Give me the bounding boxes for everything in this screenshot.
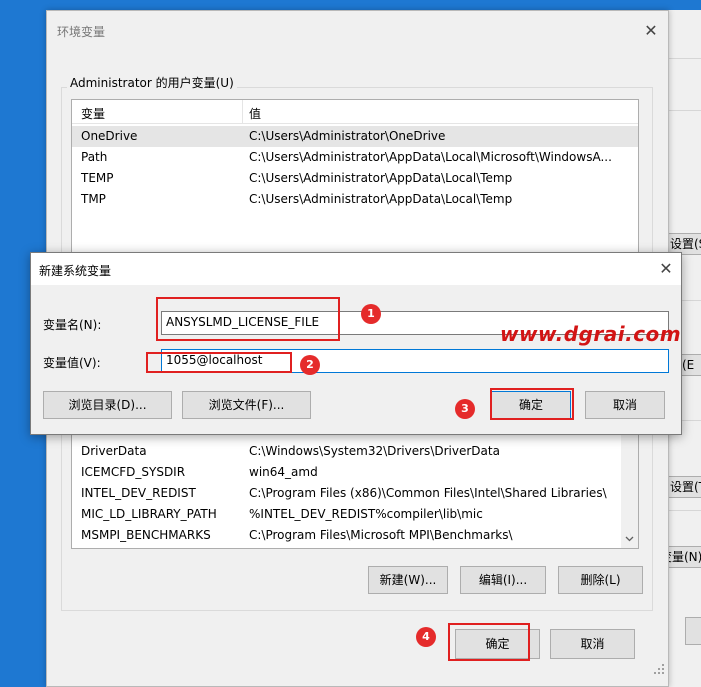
var-name: MIC_LD_LIBRARY_PATH bbox=[81, 507, 217, 521]
var-value: C:\Users\Administrator\AppData\Local\Mic… bbox=[249, 150, 612, 164]
var-value: C:\Program Files (x86)\Common Files\Inte… bbox=[249, 486, 607, 500]
chevron-down-icon[interactable] bbox=[625, 536, 634, 542]
browse-file-button[interactable]: 浏览文件(F)... bbox=[182, 391, 311, 419]
table-row[interactable]: MIC_LD_LIBRARY_PATH %INTEL_DEV_REDIST%co… bbox=[72, 504, 638, 525]
resize-grip-icon[interactable] bbox=[653, 663, 665, 675]
table-row[interactable]: TEMP C:\Users\Administrator\AppData\Loca… bbox=[72, 168, 638, 189]
var-value: C:\Users\Administrator\AppData\Local\Tem… bbox=[249, 171, 513, 185]
highlight-box bbox=[448, 623, 530, 661]
variable-value-label: 变量值(V): bbox=[43, 356, 101, 370]
edit-variable-button[interactable]: 编辑(I)... bbox=[460, 566, 546, 594]
var-name: MSMPI_BENCHMARKS bbox=[81, 528, 211, 542]
step-badge: 4 bbox=[416, 627, 436, 647]
var-name: TMP bbox=[81, 192, 106, 206]
dialog-titlebar: 新建系统变量 ✕ bbox=[31, 253, 681, 285]
system-vars-list[interactable]: DriverData C:\Windows\System32\Drivers\D… bbox=[71, 421, 639, 549]
cancel-button[interactable]: 取消 bbox=[550, 629, 635, 659]
highlight-box bbox=[490, 388, 574, 420]
cancel-button[interactable]: 取消 bbox=[585, 391, 665, 419]
var-name: TEMP bbox=[81, 171, 114, 185]
table-row[interactable]: MSMPI_BENCHMARKS C:\Program Files\Micros… bbox=[72, 525, 638, 546]
browse-directory-button[interactable]: 浏览目录(D)... bbox=[43, 391, 172, 419]
var-value: C:\Windows\System32\Drivers\DriverData bbox=[249, 444, 500, 458]
column-header-name[interactable]: 变量 bbox=[81, 105, 105, 122]
table-row[interactable]: DriverData C:\Windows\System32\Drivers\D… bbox=[72, 441, 638, 462]
var-name: ICEMCFD_SYSDIR bbox=[81, 465, 186, 479]
var-name: DriverData bbox=[81, 444, 147, 458]
dialog-title: 环境变量 bbox=[57, 25, 106, 39]
table-row[interactable]: Path C:\Users\Administrator\AppData\Loca… bbox=[72, 147, 638, 168]
step-badge: 2 bbox=[300, 355, 320, 375]
close-icon[interactable]: ✕ bbox=[641, 21, 661, 41]
highlight-box bbox=[146, 352, 292, 373]
var-value: win64_amd bbox=[249, 465, 318, 479]
dialog-title: 新建系统变量 bbox=[39, 264, 112, 278]
bg-button[interactable] bbox=[685, 617, 701, 645]
var-name: INTEL_DEV_REDIST bbox=[81, 486, 196, 500]
var-value: %INTEL_DEV_REDIST%compiler\lib\mic bbox=[249, 507, 483, 521]
var-value: C:\Users\Administrator\OneDrive bbox=[249, 129, 446, 143]
list-header: 变量 值 bbox=[72, 100, 638, 124]
table-row[interactable]: INTEL_DEV_REDIST C:\Program Files (x86)\… bbox=[72, 483, 638, 504]
step-badge: 1 bbox=[361, 304, 381, 324]
column-header-value[interactable]: 值 bbox=[249, 105, 261, 122]
table-row[interactable]: TMP C:\Users\Administrator\AppData\Local… bbox=[72, 189, 638, 210]
highlight-box bbox=[156, 297, 340, 341]
user-vars-group-label: Administrator 的用户变量(U) bbox=[67, 74, 237, 91]
var-name: OneDrive bbox=[81, 129, 138, 143]
column-divider[interactable] bbox=[242, 100, 243, 124]
var-value: C:\Users\Administrator\AppData\Local\Tem… bbox=[249, 192, 513, 206]
new-variable-button[interactable]: 新建(W)... bbox=[368, 566, 448, 594]
step-badge: 3 bbox=[455, 399, 475, 419]
table-row[interactable]: ICEMCFD_SYSDIR win64_amd bbox=[72, 462, 638, 483]
delete-variable-button[interactable]: 删除(L) bbox=[558, 566, 643, 594]
var-name: Path bbox=[81, 150, 108, 164]
settings-button-t[interactable]: 设置(T bbox=[665, 476, 701, 498]
user-vars-list[interactable]: 变量 值 OneDrive C:\Users\Administrator\One… bbox=[71, 99, 639, 269]
variable-name-label: 变量名(N): bbox=[43, 318, 102, 332]
table-row[interactable]: OneDrive C:\Users\Administrator\OneDrive bbox=[72, 126, 638, 147]
var-value: C:\Program Files\Microsoft MPI\Benchmark… bbox=[249, 528, 513, 542]
vertical-scrollbar[interactable] bbox=[621, 422, 638, 548]
close-icon[interactable]: ✕ bbox=[656, 259, 676, 279]
watermark-text: www.dgrai.com bbox=[500, 322, 682, 346]
